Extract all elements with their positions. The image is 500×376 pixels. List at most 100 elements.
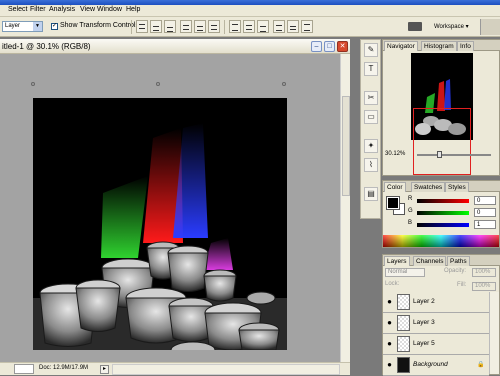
layers-scrollbar[interactable] bbox=[489, 292, 499, 374]
separator bbox=[224, 20, 225, 34]
navigator-zoom-slider[interactable] bbox=[417, 151, 491, 158]
layer-row[interactable]: ● Layer 3 bbox=[383, 313, 489, 334]
menu-select[interactable]: Select bbox=[8, 6, 27, 13]
tab-styles[interactable]: Styles bbox=[445, 182, 469, 192]
blend-mode-dropdown[interactable]: Normal bbox=[385, 268, 425, 277]
align-bottom-icon[interactable] bbox=[164, 20, 176, 33]
eyedropper-tool-icon[interactable]: ⌇ bbox=[364, 158, 378, 172]
layer-name: Background bbox=[413, 361, 448, 368]
slider-knob[interactable] bbox=[437, 151, 442, 158]
blue-label: B bbox=[408, 220, 413, 226]
maximize-button[interactable]: □ bbox=[324, 41, 335, 52]
color-panel: Color Swatches Styles R 0 G 0 B 1 bbox=[382, 180, 500, 248]
tool-strip: ✎ T ✂ ▭ ✦ ⌇ ▤ bbox=[360, 39, 381, 219]
green-slider[interactable] bbox=[417, 211, 469, 215]
opacity-label: Opacity: bbox=[444, 268, 467, 274]
tab-channels[interactable]: Channels bbox=[413, 256, 447, 266]
transform-handle[interactable] bbox=[156, 82, 160, 86]
green-value[interactable]: 0 bbox=[474, 208, 496, 217]
document-title: itled-1 @ 30.1% (RGB/8) bbox=[2, 42, 91, 51]
transform-handle[interactable] bbox=[282, 82, 286, 86]
eye-icon[interactable]: ● bbox=[385, 318, 394, 327]
separator bbox=[131, 20, 132, 34]
horizontal-scrollbar[interactable] bbox=[112, 364, 340, 375]
menu-view[interactable]: View bbox=[80, 6, 95, 13]
canvas-area[interactable] bbox=[0, 54, 340, 362]
status-menu-button[interactable]: ▸ bbox=[100, 365, 109, 374]
menu-window[interactable]: Window bbox=[97, 6, 122, 13]
distribute-bottom-icon[interactable] bbox=[257, 20, 269, 33]
layer-name: Layer 5 bbox=[413, 340, 435, 347]
green-label: G bbox=[408, 208, 413, 214]
distribute-left-icon[interactable] bbox=[273, 20, 285, 33]
minimize-button[interactable]: – bbox=[311, 41, 322, 52]
layer-row[interactable]: ● Layer 2 bbox=[383, 292, 489, 313]
document-window: itled-1 @ 30.1% (RGB/8) – □ ✕ Doc: 12.9M… bbox=[0, 39, 350, 375]
tab-histogram[interactable]: Histogram bbox=[421, 41, 457, 51]
scrollbar-thumb[interactable] bbox=[342, 96, 350, 196]
zoom-field[interactable] bbox=[14, 364, 34, 374]
align-vcenter-icon[interactable] bbox=[150, 20, 162, 33]
eye-icon[interactable]: ● bbox=[385, 360, 394, 369]
red-slider[interactable] bbox=[417, 199, 469, 203]
distribute-right-icon[interactable] bbox=[301, 20, 313, 33]
align-right-icon[interactable] bbox=[208, 20, 220, 33]
rectangle-tool-icon[interactable]: ▭ bbox=[364, 110, 378, 124]
foreground-color-swatch[interactable] bbox=[386, 196, 400, 210]
tab-navigator[interactable]: Navigator bbox=[384, 41, 418, 51]
path-selection-tool-icon[interactable]: ✂ bbox=[364, 91, 378, 105]
menu-filter[interactable]: Filter bbox=[30, 6, 46, 13]
distribute-top-icon[interactable] bbox=[229, 20, 241, 33]
layer-row-background[interactable]: ● Background 🔒 bbox=[383, 355, 489, 376]
navigator-panel: Navigator Histogram Info 30.12% bbox=[382, 39, 500, 176]
blue-slider[interactable] bbox=[417, 223, 469, 227]
layers-tabs: Layers Channels Paths bbox=[383, 255, 500, 266]
document-title-bar[interactable]: itled-1 @ 30.1% (RGB/8) – □ ✕ bbox=[0, 39, 350, 54]
layer-thumbnail bbox=[397, 294, 410, 310]
tab-swatches[interactable]: Swatches bbox=[411, 182, 446, 192]
red-value[interactable]: 0 bbox=[474, 196, 496, 205]
color-spectrum[interactable] bbox=[383, 235, 499, 247]
distribute-vcenter-icon[interactable] bbox=[243, 20, 255, 33]
layer-name: Layer 3 bbox=[413, 319, 435, 326]
auto-select-dropdown[interactable]: Layer ▼ bbox=[2, 21, 43, 32]
pen-tool-icon[interactable]: ✎ bbox=[364, 43, 378, 57]
type-tool-icon[interactable]: T bbox=[364, 62, 378, 76]
close-button[interactable]: ✕ bbox=[337, 41, 348, 52]
eye-icon[interactable]: ● bbox=[385, 339, 394, 348]
navigator-zoom[interactable]: 30.12% bbox=[385, 151, 405, 157]
align-left-icon[interactable] bbox=[180, 20, 192, 33]
vertical-scrollbar[interactable] bbox=[340, 54, 350, 362]
notes-tool-icon[interactable]: ✦ bbox=[364, 139, 378, 153]
align-top-icon[interactable] bbox=[136, 20, 148, 33]
show-transform-checkbox[interactable]: ✓ bbox=[51, 23, 58, 30]
red-slider-row: R 0 bbox=[408, 196, 498, 206]
blue-value[interactable]: 1 bbox=[474, 220, 496, 229]
align-hcenter-icon[interactable] bbox=[194, 20, 206, 33]
pots-photo bbox=[33, 123, 287, 350]
tab-info[interactable]: Info bbox=[457, 41, 474, 51]
fill-field[interactable]: 100% bbox=[472, 282, 496, 291]
menu-analysis[interactable]: Analysis bbox=[49, 6, 75, 13]
palette-well[interactable] bbox=[480, 19, 500, 35]
opacity-field[interactable]: 100% bbox=[472, 268, 496, 277]
document-size: Doc: 12.9M/17.9M bbox=[39, 365, 89, 371]
navigator-view-box[interactable] bbox=[413, 108, 471, 175]
workspace-button[interactable]: Workspace ▾ bbox=[408, 19, 474, 34]
color-tabs: Color Swatches Styles bbox=[383, 181, 500, 192]
blue-slider-row: B 1 bbox=[408, 220, 498, 230]
menu-help[interactable]: Help bbox=[126, 6, 140, 13]
tab-paths[interactable]: Paths bbox=[447, 256, 470, 266]
distribute-hcenter-icon[interactable] bbox=[287, 20, 299, 33]
tab-layers[interactable]: Layers bbox=[384, 256, 410, 266]
layer-row[interactable]: ● Layer 5 bbox=[383, 334, 489, 355]
show-transform-label: Show Transform Controls bbox=[60, 22, 139, 29]
tab-color[interactable]: Color bbox=[384, 182, 406, 192]
auto-select-value: Layer bbox=[5, 23, 21, 29]
chevron-down-icon: ▼ bbox=[33, 22, 42, 31]
transform-handle[interactable] bbox=[31, 82, 35, 86]
history-icon[interactable]: ▤ bbox=[364, 187, 378, 201]
workspace-icon bbox=[408, 22, 422, 31]
status-bar: Doc: 12.9M/17.9M ▸ bbox=[0, 362, 350, 375]
eye-icon[interactable]: ● bbox=[385, 297, 394, 306]
